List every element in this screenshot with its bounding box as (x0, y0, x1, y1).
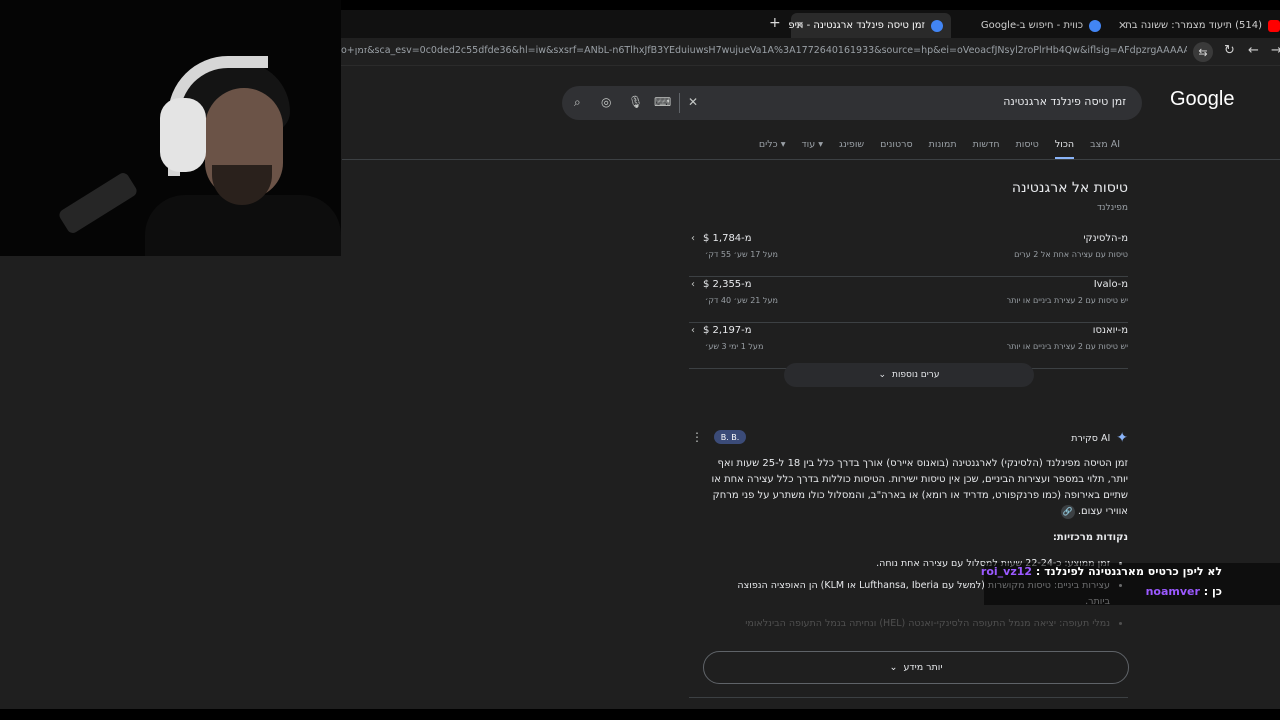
tab-title: כווית - חיפוש ב-Google (980, 20, 1083, 31)
headphone-cup (160, 98, 206, 172)
chevron-down-icon: ▾ (818, 139, 824, 150)
search-box[interactable]: ⌕ ◎ 🎙 ⌨ ✕ (562, 86, 1142, 120)
chevron-left-icon: ‹ (691, 233, 695, 244)
chat-username: noamver (1145, 585, 1200, 598)
lens-icon[interactable]: ◎ (601, 95, 611, 109)
tab-news[interactable]: חדשות (965, 139, 1008, 159)
flight-price: מ-‎$ 2,197 (703, 325, 752, 336)
back-arrow-icon[interactable]: ← (1248, 43, 1259, 58)
new-tab-button[interactable]: + (769, 15, 781, 31)
flight-price: מ-‎$ 1,784 (703, 233, 752, 244)
flight-detail: יש טיסות עם 2 עצירת ביניים או יותר (1006, 342, 1128, 351)
more-destinations-label: ערים נוספות (892, 370, 940, 380)
webcam-overlay (0, 0, 341, 256)
browser-tab-youtube[interactable]: (514) תיעוד מצמרר: ששונה בח ✕ (1118, 13, 1280, 38)
bottom-black-bar (0, 709, 1280, 720)
tab-more-label: עוד (801, 139, 816, 150)
more-destinations-button[interactable]: ערים נוספות ⌄ (784, 363, 1034, 387)
youtube-favicon-icon (1268, 19, 1280, 32)
search-icon[interactable]: ⌕ (574, 95, 581, 110)
chat-separator: : (1199, 585, 1209, 598)
flight-duration: מעל 21 שע׳ 40 דק׳ (705, 296, 778, 305)
search-divider (679, 93, 680, 113)
tab-all[interactable]: הכול (1047, 139, 1082, 159)
tab-tools-label: כלים (758, 139, 778, 150)
clear-search-icon[interactable]: ✕ (688, 95, 698, 109)
chat-separator: : (1032, 565, 1041, 578)
ai-overview-label: סקירת AI (1071, 432, 1111, 444)
tab-more[interactable]: עוד ▾ (794, 139, 832, 159)
flight-detail: טיסות עם עצירה אחת אל 2 ערים (1014, 250, 1128, 259)
show-more-button[interactable]: יותר מידע ⌄ (703, 651, 1129, 684)
browser-tab-strip: (514) תיעוד מצמרר: ששונה בח ✕ כווית - חי… (341, 10, 1280, 38)
chevron-left-icon: ‹ (691, 325, 695, 336)
flight-detail: יש טיסות עם 2 עצירת ביניים או יותר (1006, 296, 1128, 305)
ai-overview-header: ✦ סקירת AI (1071, 430, 1128, 446)
chevron-down-icon: ▾ (780, 139, 786, 150)
more-options-icon[interactable]: ⋮ (691, 430, 703, 444)
tab-videos[interactable]: סרטונים (872, 139, 921, 159)
show-more-label: יותר מידע (903, 662, 943, 673)
tab-flights[interactable]: טיסות (1008, 139, 1047, 159)
link-icon[interactable]: 🔗 (1060, 505, 1075, 519)
chevron-down-icon: ⌄ (889, 662, 898, 673)
browser-tab-kuwait[interactable]: כווית - חיפוש ב-Google ✕ (797, 13, 1101, 38)
forward-arrow-icon[interactable]: → (1271, 43, 1280, 58)
search-nav-tabs: מצב AI הכול טיסות חדשות תמונות סרטונים ש… (751, 139, 1128, 159)
ai-overview-paragraph: זמן הטיסה מפינלנד (הלסינקי) לארגנטינה (ב… (698, 456, 1128, 520)
browser-tab-active[interactable]: זמן טיסה פינלנד ארגנטינה - חיפ ✕ (788, 13, 951, 38)
flight-duration: מעל 17 שע׳ 55 דק׳ (705, 250, 778, 259)
flights-card-title[interactable]: טיסות אל ארגנטינה (1012, 180, 1128, 196)
tab-title: (514) תיעוד מצמרר: ששונה בח (1125, 20, 1262, 31)
keyboard-icon[interactable]: ⌨ (654, 95, 671, 109)
section-divider (689, 697, 1128, 698)
tab-tools[interactable]: כלים ▾ (751, 139, 794, 159)
sparkle-icon: ✦ (1116, 430, 1128, 446)
flight-origin: מ-יואנסו (1092, 325, 1128, 336)
flights-card-subtitle: מפינלנד (1097, 203, 1128, 213)
url-field[interactable]: o+זמן&sca_esv=0c0ded2c55dfde36&hl=iw&sxs… (341, 45, 1187, 56)
flight-price: מ-‎$ 2,355 (703, 279, 752, 290)
chat-message: כן : noamver (1146, 585, 1222, 598)
reload-icon[interactable]: ↻ (1224, 43, 1235, 58)
close-tab-icon[interactable]: ✕ (795, 19, 804, 32)
google-favicon-icon (931, 19, 943, 32)
search-input[interactable] (708, 94, 1128, 109)
browser-address-bar: o+זמן&sca_esv=0c0ded2c55dfde36&hl=iw&sxs… (341, 38, 1280, 66)
stream-chat-overlay: לא ליפן כרטיס מארגנטינה לפינלנד : roi_vz… (981, 563, 1280, 605)
source-avatars[interactable]: B. B. (714, 430, 746, 444)
list-item: נמלי תעופה: יציאה מנמל התעופה הלסינקי-וא… (718, 616, 1110, 632)
key-points-title: נקודות מרכזיות: (1052, 532, 1128, 543)
tab-ai-mode[interactable]: מצב AI (1082, 139, 1128, 159)
tab-images[interactable]: תמונות (921, 139, 965, 159)
flight-row[interactable]: מ-Ivalo יש טיסות עם 2 עצירת ביניים או יו… (689, 279, 1128, 323)
google-favicon-icon (1089, 19, 1101, 32)
flight-origin: מ-הלסינקי (1083, 233, 1128, 244)
tab-title: זמן טיסה פינלנד ארגנטינה - חיפ (788, 20, 925, 31)
chat-username: roi_vz12 (980, 565, 1033, 578)
chat-message-text: כן (1211, 585, 1222, 598)
close-tab-icon[interactable]: ✕ (1118, 19, 1127, 32)
microphone-icon (57, 170, 139, 236)
tab-shopping[interactable]: שופינג (831, 139, 872, 159)
flight-origin: מ-Ivalo (1093, 279, 1128, 290)
site-settings-icon[interactable]: ⇆ (1193, 42, 1213, 62)
chevron-down-icon: ⌄ (878, 370, 887, 380)
google-logo[interactable]: Google (1170, 88, 1235, 111)
nav-divider (342, 159, 1280, 160)
chevron-left-icon: ‹ (691, 279, 695, 290)
flight-row[interactable]: מ-הלסינקי טיסות עם עצירה אחת אל 2 ערים מ… (689, 233, 1128, 277)
flight-duration: מעל 1 ימי 3 שע׳ (705, 342, 764, 351)
chat-message-text: לא ליפן כרטיס מארגנטינה לפינלנד (1044, 565, 1222, 578)
microphone-icon[interactable]: 🎙 (628, 95, 643, 109)
chat-message: לא ליפן כרטיס מארגנטינה לפינלנד : roi_vz… (981, 565, 1222, 578)
